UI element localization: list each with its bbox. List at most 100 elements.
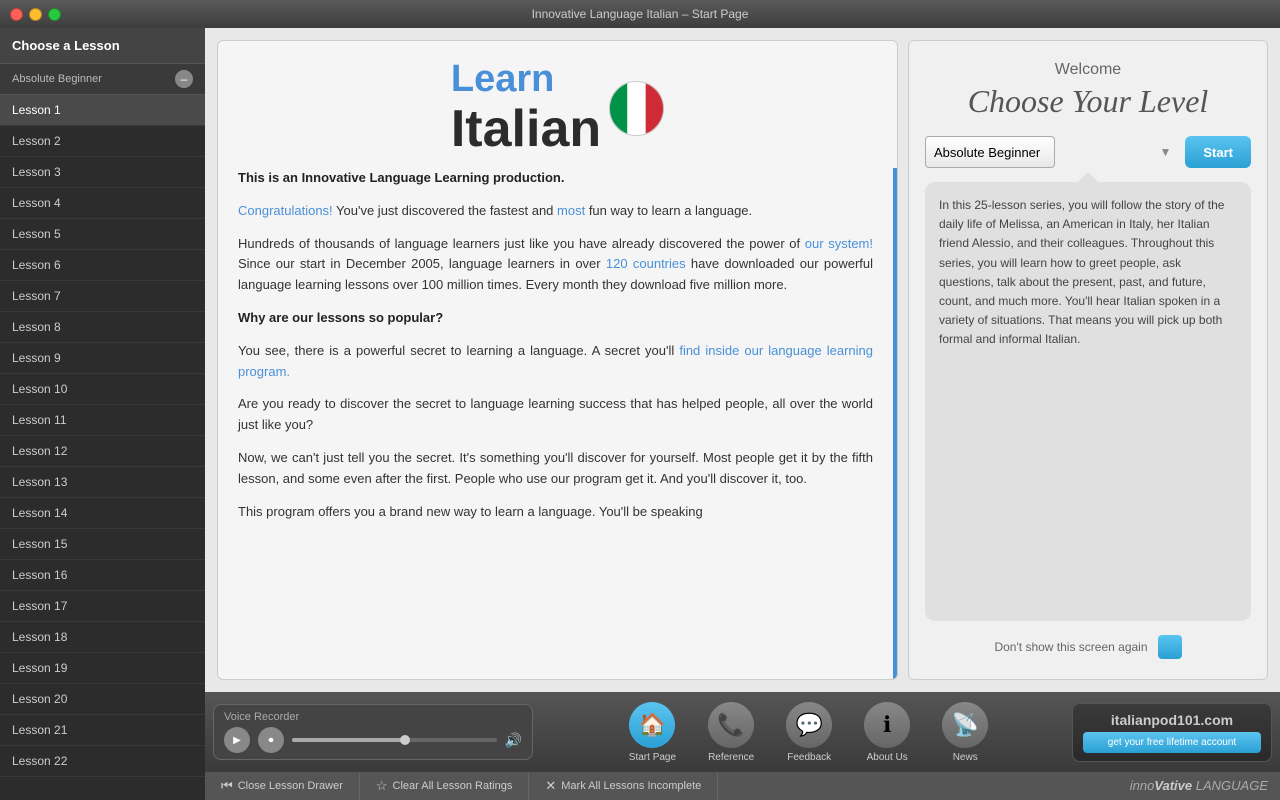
promo-url: italianpod101.com <box>1083 712 1261 728</box>
lesson-item[interactable]: Lesson 15 <box>0 529 205 560</box>
lesson-item[interactable]: Lesson 4 <box>0 188 205 219</box>
nav-reference-button[interactable]: 📞Reference <box>692 698 770 767</box>
play-button[interactable] <box>224 727 250 753</box>
choose-level-title: Choose Your Level <box>925 83 1251 120</box>
app-container: Choose a Lesson Absolute Beginner Lesson… <box>0 28 1280 800</box>
progress-track <box>292 738 497 742</box>
reference-icon: 📞 <box>708 702 754 748</box>
nav-start-page-button[interactable]: 🏠 Start Page <box>613 698 692 767</box>
description-text: In this 25-lesson series, you will follo… <box>939 198 1224 346</box>
voice-recorder-label: Voice Recorder <box>224 711 299 723</box>
progress-fill <box>292 738 405 742</box>
level-selector-row: Absolute BeginnerBeginnerIntermediateUpp… <box>925 136 1251 168</box>
sidebar-level-row: Absolute Beginner <box>0 64 205 95</box>
article-p5b: Are you ready to discover the secret to … <box>238 394 873 436</box>
article-p1-bold: This is an Innovative Language Learning … <box>238 170 564 185</box>
nav-icons: 🏠 Start Page 📞Reference💬Feedback ℹ About Us 📡… <box>545 698 1072 767</box>
lesson-item[interactable]: Lesson 8 <box>0 312 205 343</box>
article-p6: Now, we can't just tell you the secret. … <box>238 448 873 490</box>
lesson-item[interactable]: Lesson 12 <box>0 436 205 467</box>
content-area: Learn Italian <box>205 28 1280 692</box>
chevron-down-icon: ▼ <box>1159 145 1171 159</box>
progress-knob <box>400 735 410 745</box>
promo-block: italianpod101.com get your free lifetime… <box>1072 703 1272 762</box>
lesson-item[interactable]: Lesson 17 <box>0 591 205 622</box>
italian-flag-icon <box>609 81 664 136</box>
lesson-item[interactable]: Lesson 5 <box>0 219 205 250</box>
lesson-item[interactable]: Lesson 11 <box>0 405 205 436</box>
right-panel: Welcome Choose Your Level Absolute Begin… <box>908 40 1268 680</box>
close-window-button[interactable] <box>10 8 23 21</box>
welcome-text: Welcome <box>925 61 1251 79</box>
article-p3: Hundreds of thousands of language learne… <box>238 234 873 296</box>
bottom-bar: Voice Recorder 🔊 🏠 Start Page 📞Reference💬F… <box>205 692 1280 772</box>
nav-about-us-label: About Us <box>867 752 908 763</box>
lesson-item[interactable]: Lesson 7 <box>0 281 205 312</box>
lesson-item[interactable]: Lesson 16 <box>0 560 205 591</box>
lesson-item[interactable]: Lesson 10 <box>0 374 205 405</box>
logo-learn: Learn <box>451 59 601 101</box>
level-select-wrapper: Absolute BeginnerBeginnerIntermediateUpp… <box>925 136 1177 168</box>
action-bar-brand: innoVative LANGUAGE <box>1130 777 1280 795</box>
lesson-list: Lesson 1Lesson 2Lesson 3Lesson 4Lesson 5… <box>0 95 205 800</box>
clear-ratings-button[interactable]: ☆ Clear All Lesson Ratings <box>360 772 530 800</box>
level-select[interactable]: Absolute BeginnerBeginnerIntermediateUpp… <box>925 136 1055 168</box>
article-p2: Congratulations! You've just discovered … <box>238 201 873 222</box>
title-bar: Innovative Language Italian – Start Page <box>0 0 1280 28</box>
dont-show-row: Don't show this screen again <box>925 635 1251 659</box>
lesson-item[interactable]: Lesson 1 <box>0 95 205 126</box>
collapse-level-button[interactable] <box>175 70 193 88</box>
article-header: Learn Italian <box>218 41 897 168</box>
minimize-window-button[interactable] <box>29 8 42 21</box>
dont-show-checkbox[interactable] <box>1158 635 1182 659</box>
logo-italian: Italian <box>451 101 601 158</box>
stop-button[interactable] <box>258 727 284 753</box>
x-icon: ✕ <box>545 778 556 794</box>
nav-about-us-button[interactable]: ℹ About Us <box>848 698 926 767</box>
lesson-item[interactable]: Lesson 22 <box>0 746 205 777</box>
action-bar: ⏮ Close Lesson Drawer ☆ Clear All Lesson… <box>205 772 1280 800</box>
lesson-item[interactable]: Lesson 3 <box>0 157 205 188</box>
article-p7: This program offers you a brand new way … <box>238 502 873 523</box>
nav-news-label: News <box>953 752 978 763</box>
nav-news-button[interactable]: 📡News <box>926 698 1004 767</box>
start-button[interactable]: Start <box>1185 136 1251 168</box>
promo-button[interactable]: get your free lifetime account <box>1083 732 1261 753</box>
lesson-item[interactable]: Lesson 9 <box>0 343 205 374</box>
dont-show-label: Don't show this screen again <box>994 640 1147 654</box>
star-icon: ☆ <box>376 778 388 794</box>
article-p4-bold: Why are our lessons so popular? <box>238 310 443 325</box>
nav-feedback-button[interactable]: 💬Feedback <box>770 698 848 767</box>
article-scroll[interactable]: This is an Innovative Language Learning … <box>218 168 897 679</box>
learn-italian-logo: Learn Italian <box>451 59 664 158</box>
nav-start-page-label: Start Page <box>629 752 676 763</box>
mark-incomplete-label: Mark All Lessons Incomplete <box>561 780 701 792</box>
clear-ratings-label: Clear All Lesson Ratings <box>393 780 513 792</box>
feedback-icon: 💬 <box>786 702 832 748</box>
lesson-item[interactable]: Lesson 14 <box>0 498 205 529</box>
lesson-item[interactable]: Lesson 2 <box>0 126 205 157</box>
brand-logo: innoVative LANGUAGE <box>1130 778 1268 793</box>
close-lesson-drawer-button[interactable]: ⏮ Close Lesson Drawer <box>205 772 360 800</box>
sidebar: Choose a Lesson Absolute Beginner Lesson… <box>0 28 205 800</box>
brand-bold: Vative <box>1154 778 1192 793</box>
maximize-window-button[interactable] <box>48 8 61 21</box>
about-us-icon: ℹ <box>864 702 910 748</box>
lesson-item[interactable]: Lesson 6 <box>0 250 205 281</box>
lesson-item[interactable]: Lesson 21 <box>0 715 205 746</box>
progress-bar-container[interactable] <box>292 738 497 742</box>
sidebar-level-text: Absolute Beginner <box>12 73 102 85</box>
article-text: This is an Innovative Language Learning … <box>238 168 873 522</box>
lesson-item[interactable]: Lesson 20 <box>0 684 205 715</box>
logo-text: Learn Italian <box>451 59 601 158</box>
mark-incomplete-button[interactable]: ✕ Mark All Lessons Incomplete <box>529 772 718 800</box>
window-controls <box>10 8 61 21</box>
lesson-item[interactable]: Lesson 13 <box>0 467 205 498</box>
lesson-item[interactable]: Lesson 18 <box>0 622 205 653</box>
lesson-item[interactable]: Lesson 19 <box>0 653 205 684</box>
volume-icon: 🔊 <box>505 732 522 749</box>
start-page-icon: 🏠 <box>629 702 675 748</box>
sidebar-header: Choose a Lesson <box>0 28 205 64</box>
window-title: Innovative Language Italian – Start Page <box>532 7 749 21</box>
player-controls: 🔊 <box>224 727 522 753</box>
